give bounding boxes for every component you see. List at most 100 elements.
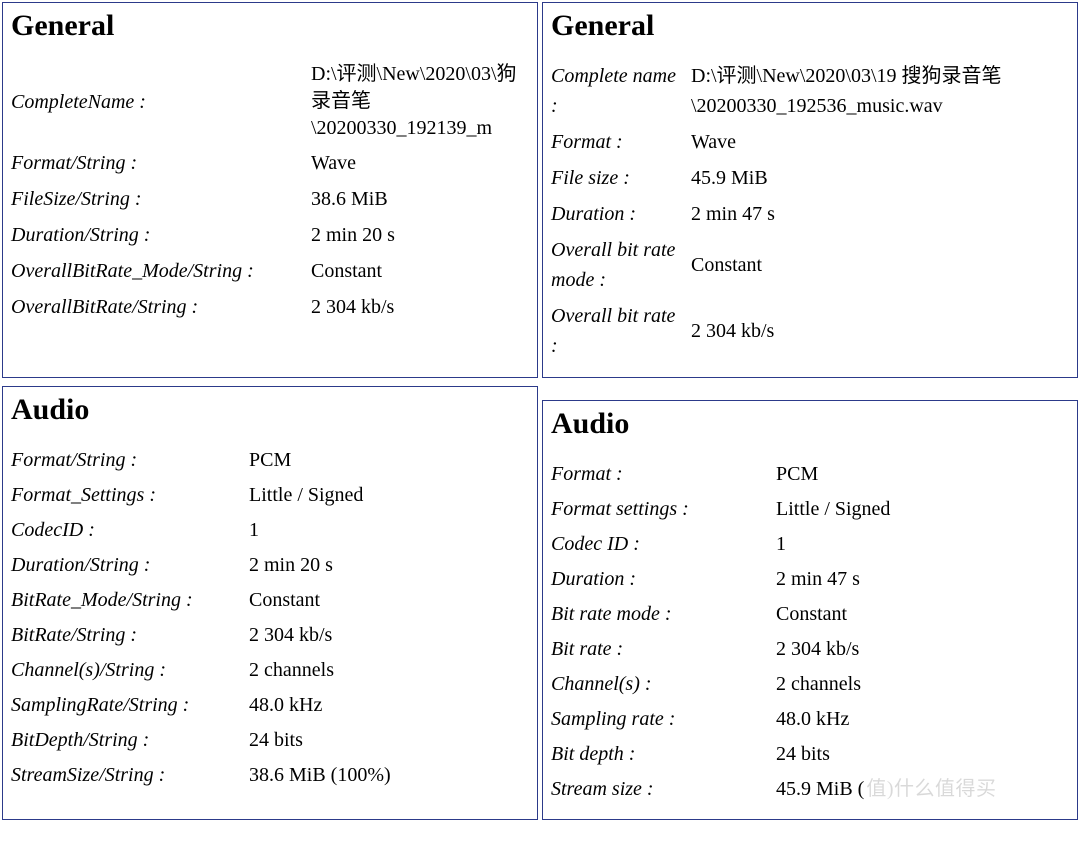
property-value: 2 304 kb/s [691, 316, 1069, 346]
property-label: BitDepth/String : [11, 725, 249, 755]
property-label: FileSize/String : [11, 184, 311, 214]
property-label: Format_Settings : [11, 480, 249, 510]
property-value: 1 [249, 515, 529, 545]
property-row: Format/String : Wave [11, 148, 529, 178]
property-label: Duration : [551, 564, 776, 594]
watermark-text: 值)什么值得买 [866, 778, 996, 800]
property-label: OverallBitRate_Mode/String : [11, 256, 311, 286]
property-row: OverallBitRate/String : 2 304 kb/s [11, 292, 529, 322]
property-row: Format settings : Little / Signed [551, 494, 1069, 524]
audio-panel-left: Audio Format/String : PCM Format_Setting… [2, 386, 538, 820]
property-label: Complete name : [551, 61, 691, 121]
property-value: 2 min 20 s [249, 550, 529, 580]
property-label: Overall bit rate : [551, 301, 691, 361]
property-row: Complete name : D:\评测\New\2020\03\19 搜狗录… [551, 61, 1069, 121]
property-value: Constant [249, 585, 529, 615]
property-row: Overall bit rate mode : Constant [551, 235, 1069, 295]
property-row: Channel(s)/String : 2 channels [11, 655, 529, 685]
property-value: 48.0 kHz [249, 690, 529, 720]
property-value: 2 min 20 s [311, 220, 529, 250]
property-row: CompleteName : D:\评测\New\2020\03\狗录音笔\20… [11, 61, 529, 142]
property-value: 2 min 47 s [776, 564, 1069, 594]
property-label: Format/String : [11, 445, 249, 475]
panel-title: General [11, 9, 529, 43]
property-row: Duration/String : 2 min 20 s [11, 550, 529, 580]
property-value: Little / Signed [776, 494, 1069, 524]
property-value: 24 bits [776, 739, 1069, 769]
property-value: 38.6 MiB [311, 184, 529, 214]
property-value: Constant [691, 250, 1069, 280]
property-row: Channel(s) : 2 channels [551, 669, 1069, 699]
property-value: 38.6 MiB (100%) [249, 760, 529, 790]
property-row: Format_Settings : Little / Signed [11, 480, 529, 510]
property-label: Duration : [551, 199, 691, 229]
property-row: Codec ID : 1 [551, 529, 1069, 559]
property-value: Constant [776, 599, 1069, 629]
property-value: 45.9 MiB (值)什么值得买 [776, 774, 1069, 804]
property-label: Duration/String : [11, 220, 311, 250]
property-label: Sampling rate : [551, 704, 776, 734]
property-row: Format/String : PCM [11, 445, 529, 475]
property-value: 24 bits [249, 725, 529, 755]
property-label: Stream size : [551, 774, 776, 804]
property-row: Overall bit rate : 2 304 kb/s [551, 301, 1069, 361]
property-value: D:\评测\New\2020\03\19 搜狗录音笔\20200330_1925… [691, 61, 1069, 121]
panel-title: Audio [11, 393, 529, 427]
property-row: Duration/String : 2 min 20 s [11, 220, 529, 250]
property-row: Duration : 2 min 47 s [551, 564, 1069, 594]
property-row: Bit depth : 24 bits [551, 739, 1069, 769]
property-value: Wave [311, 148, 529, 178]
property-value: 45.9 MiB [691, 163, 1069, 193]
property-row: OverallBitRate_Mode/String : Constant [11, 256, 529, 286]
property-row: File size : 45.9 MiB [551, 163, 1069, 193]
audio-panel-right: Audio Format : PCM Format settings : Lit… [542, 400, 1078, 820]
property-label: Overall bit rate mode : [551, 235, 691, 295]
property-value: 2 channels [249, 655, 529, 685]
property-label: CompleteName : [11, 87, 311, 117]
property-value: 1 [776, 529, 1069, 559]
property-row: Bit rate mode : Constant [551, 599, 1069, 629]
property-label: Bit depth : [551, 739, 776, 769]
property-label: BitRate/String : [11, 620, 249, 650]
property-value: 2 min 47 s [691, 199, 1069, 229]
property-value: PCM [776, 459, 1069, 489]
panel-title: Audio [551, 407, 1069, 441]
property-label: File size : [551, 163, 691, 193]
property-row: BitRate/String : 2 304 kb/s [11, 620, 529, 650]
property-value: PCM [249, 445, 529, 475]
property-row: Format : PCM [551, 459, 1069, 489]
property-value: 2 304 kb/s [311, 292, 529, 322]
property-value: 48.0 kHz [776, 704, 1069, 734]
property-row: Duration : 2 min 47 s [551, 199, 1069, 229]
stream-size-value: 45.9 MiB ( [776, 778, 864, 800]
property-row: SamplingRate/String : 48.0 kHz [11, 690, 529, 720]
property-row: Format : Wave [551, 127, 1069, 157]
property-label: Channel(s)/String : [11, 655, 249, 685]
panel-title: General [551, 9, 1069, 43]
property-value: 2 304 kb/s [249, 620, 529, 650]
property-label: Duration/String : [11, 550, 249, 580]
property-row: Stream size : 45.9 MiB (值)什么值得买 [551, 774, 1069, 804]
property-value: Little / Signed [249, 480, 529, 510]
property-row: Bit rate : 2 304 kb/s [551, 634, 1069, 664]
property-label: OverallBitRate/String : [11, 292, 311, 322]
property-value: 2 304 kb/s [776, 634, 1069, 664]
general-panel-right: General Complete name : D:\评测\New\2020\0… [542, 2, 1078, 378]
property-row: Sampling rate : 48.0 kHz [551, 704, 1069, 734]
property-label: StreamSize/String : [11, 760, 249, 790]
property-label: Bit rate mode : [551, 599, 776, 629]
property-row: BitDepth/String : 24 bits [11, 725, 529, 755]
property-row: FileSize/String : 38.6 MiB [11, 184, 529, 214]
property-row: StreamSize/String : 38.6 MiB (100%) [11, 760, 529, 790]
property-label: Bit rate : [551, 634, 776, 664]
property-label: BitRate_Mode/String : [11, 585, 249, 615]
property-label: Codec ID : [551, 529, 776, 559]
property-value: Wave [691, 127, 1069, 157]
property-value: 2 channels [776, 669, 1069, 699]
property-label: SamplingRate/String : [11, 690, 249, 720]
property-label: CodecID : [11, 515, 249, 545]
property-label: Channel(s) : [551, 669, 776, 699]
property-value: Constant [311, 256, 529, 286]
property-row: BitRate_Mode/String : Constant [11, 585, 529, 615]
property-label: Format : [551, 459, 776, 489]
